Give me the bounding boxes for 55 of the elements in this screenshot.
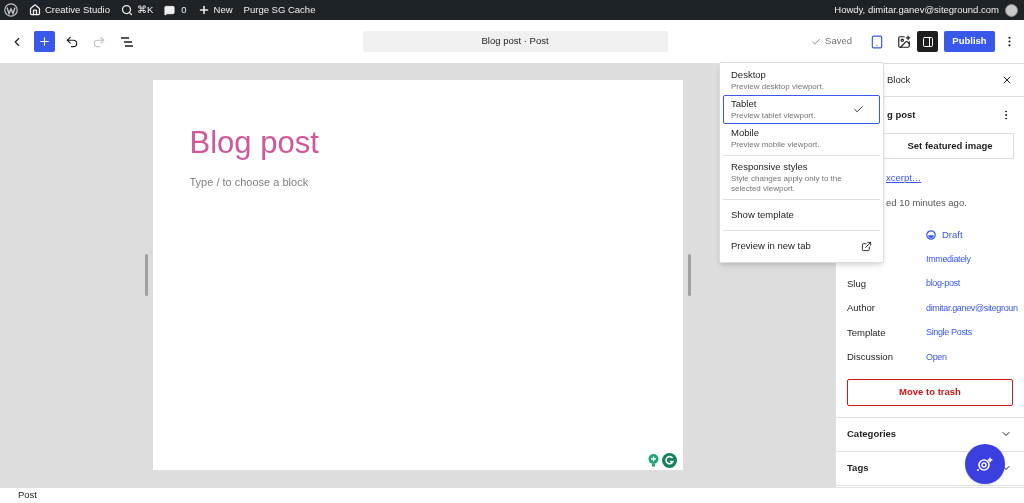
list-view-icon[interactable] (120, 35, 134, 48)
field-label: Discussion (847, 350, 894, 365)
external-link-icon (861, 240, 872, 252)
field-value-link[interactable]: dimitar.ganev@sitegroun (926, 301, 1024, 315)
publish-button[interactable]: Publish (944, 31, 995, 52)
home-icon (29, 4, 41, 16)
field-value-link[interactable]: Open (926, 350, 1024, 364)
menu-item[interactable]: Show template (723, 202, 880, 228)
search-icon[interactable] (120, 4, 133, 16)
sidebar-icon (921, 35, 934, 48)
menu-item[interactable]: Desktop Preview desktop viewport. (723, 66, 880, 95)
new-link[interactable]: New (213, 2, 233, 18)
add-block-button[interactable] (34, 31, 55, 52)
resize-handle[interactable] (144, 254, 148, 296)
document-title-bar[interactable]: Blog post · Post (362, 31, 668, 52)
block-tab[interactable]: Block (887, 64, 911, 96)
avatar[interactable] (1005, 3, 1018, 17)
lightbulb-icon[interactable] (647, 454, 659, 467)
menu-item[interactable]: Responsive styles Style changes apply only to the selected viewport. (723, 158, 880, 197)
menu-item[interactable]: Preview in new tab (723, 233, 880, 259)
field-label: Slug (847, 276, 867, 291)
move-to-trash-button[interactable]: Move to trash (847, 378, 1013, 406)
site-link[interactable]: Creative Studio (45, 2, 110, 18)
field-label: Author (847, 301, 876, 316)
block-placeholder[interactable]: Type / to choose a block (189, 174, 683, 191)
image-plus-icon[interactable] (897, 34, 911, 49)
plus-icon (38, 35, 51, 48)
shortcut-label: ⌘K (136, 2, 154, 17)
settings-sidebar-toggle[interactable] (917, 31, 938, 52)
greeting-link[interactable]: Howdy, dimitar.ganev@siteground.com (834, 2, 999, 18)
plus-icon (197, 4, 210, 16)
resize-handle[interactable] (687, 254, 691, 296)
comment-count: 0 (181, 2, 187, 17)
breadcrumb-text[interactable]: Post (18, 488, 37, 503)
close-icon[interactable] (1001, 74, 1013, 86)
undo-icon[interactable] (65, 34, 79, 49)
tablet-icon[interactable] (870, 34, 884, 49)
post-title[interactable]: Blog post (189, 124, 683, 162)
last-edited-text: ed 10 minutes ago. (885, 196, 968, 211)
assistant-button[interactable] (965, 444, 1005, 484)
post-title: g post (887, 107, 916, 122)
field-value-link[interactable]: Single Posts (926, 326, 1024, 340)
status-icon (926, 229, 936, 240)
wordpress-logo-icon[interactable] (4, 3, 18, 17)
field-label: Template (847, 325, 887, 340)
status-button[interactable]: Draft (926, 227, 1024, 242)
grammar-checker-icon[interactable] (661, 453, 677, 468)
field-value-link[interactable]: Immediately (926, 252, 1024, 266)
admin-menu-link[interactable]: Purge SG Cache (243, 2, 316, 18)
comment-icon[interactable] (164, 4, 176, 16)
field-value-link[interactable]: blog-post (926, 277, 1024, 291)
check-icon (811, 36, 822, 47)
save-status: Saved (825, 34, 852, 49)
menu-item[interactable]: Tablet Preview tablet viewport. (723, 95, 880, 124)
check-icon (853, 104, 864, 115)
